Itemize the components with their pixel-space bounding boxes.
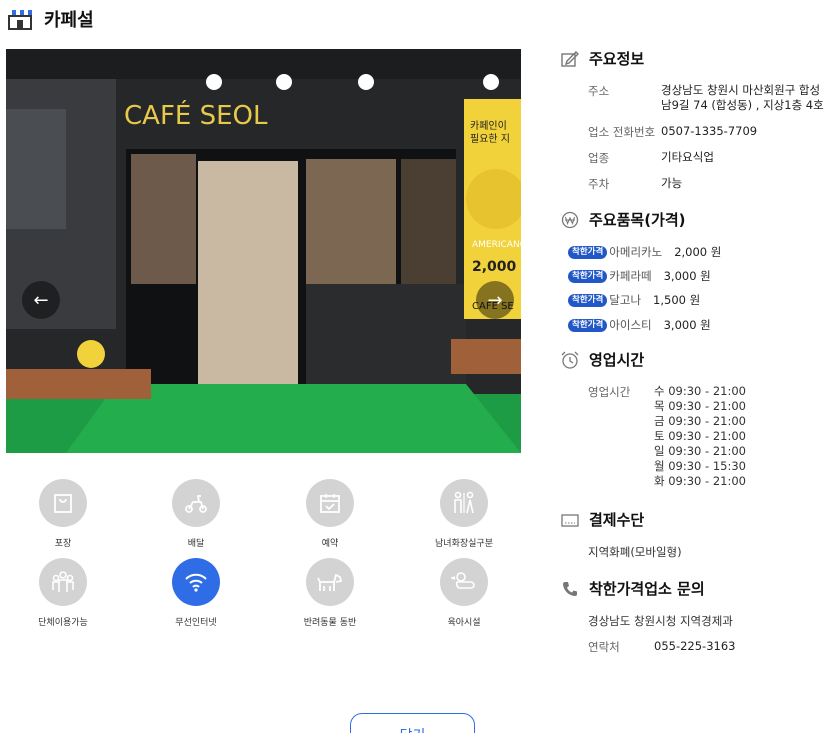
good-price-badge: 착한가격 — [568, 318, 608, 332]
good-price-badge: 착한가격 — [568, 269, 608, 283]
hours-day: 월 09:30 - 15:30 — [654, 459, 746, 473]
menu-item-price: 3,000 원 — [663, 318, 711, 332]
phone-value: 0507-1335-7709 — [661, 124, 758, 138]
dog-icon — [306, 558, 354, 606]
banner-text: AMERICANO — [472, 240, 521, 250]
menu-item-name: 달고나 — [609, 293, 642, 307]
amenity-label: 반려동물 동반 — [303, 618, 357, 628]
amenity-label: 무선인터넷 — [175, 618, 217, 628]
duck-icon — [440, 558, 488, 606]
amenity-reservation: 예약 — [280, 479, 380, 549]
business-type-row: 업종 기타요식업 — [588, 150, 714, 166]
section-title: 착한가격업소 문의 — [589, 580, 705, 598]
section-title: 주요정보 — [589, 50, 645, 68]
banner-text: 카페인이 — [470, 120, 507, 132]
alarm-clock-icon — [561, 351, 579, 369]
good-price-badge: 착한가격 — [568, 293, 608, 307]
amenity-restroom: 남녀화장실구분 — [414, 479, 514, 549]
address-label: 주소 — [588, 84, 610, 98]
section-contact: 착한가격업소 문의 — [561, 578, 705, 599]
calendar-icon — [306, 479, 354, 527]
wifi-icon — [172, 558, 220, 606]
address-row: 주소 경상남도 창원시 마산회원구 합성 남9길 74 (합성동) , 지상1층… — [588, 83, 824, 113]
menu-item: 착한가격 달고나 1,500 원 — [568, 292, 700, 308]
hours-day: 수 09:30 - 21:00 — [654, 384, 746, 398]
amenity-takeout: 포장 — [13, 479, 113, 549]
menu-item-name: 카페라떼 — [609, 269, 652, 283]
photo-prev-button[interactable]: ← — [22, 281, 60, 319]
amenity-delivery: 배달 — [146, 479, 246, 549]
banner-text: 필요한 지 — [470, 133, 510, 145]
hours-list: 수 09:30 - 21:00 목 09:30 - 21:00 금 09:30 … — [654, 384, 746, 489]
parking-row: 주차 가능 — [588, 176, 682, 192]
phone-row: 업소 전화번호 0507-1335-7709 — [588, 124, 757, 140]
store-photo: CAFÉ SEOL 카페인이 필요한 지 AMERICANO 2,000 CAF… — [6, 49, 521, 453]
contact-phone-row: 연락처 055-225-3163 — [588, 639, 735, 655]
amenity-group: 단체이용가능 — [13, 558, 113, 628]
contact-phone-label: 연락처 — [588, 640, 620, 654]
menu-item-price: 2,000 원 — [674, 245, 722, 259]
hours-label: 영업시간 — [588, 385, 631, 399]
parking-label: 주차 — [588, 177, 610, 191]
address-line: 경상남도 창원시 마산회원구 합성 — [661, 83, 821, 97]
card-icon — [561, 511, 579, 529]
hours-row: 영업시간 수 09:30 - 21:00 목 09:30 - 21:00 금 0… — [588, 384, 746, 489]
amenity-nursery: 육아시설 — [414, 558, 514, 628]
group-people-icon — [39, 558, 87, 606]
menu-item-price: 1,500 원 — [653, 293, 701, 307]
section-main-info: 주요정보 — [561, 48, 644, 69]
menu-item-name: 아이스티 — [609, 318, 652, 332]
good-price-badge: 착한가격 — [568, 245, 608, 259]
phone-icon — [561, 580, 579, 598]
hours-day: 금 09:30 - 21:00 — [654, 414, 746, 428]
scooter-icon — [172, 479, 220, 527]
won-icon — [561, 211, 579, 229]
menu-item-price: 3,000 원 — [663, 269, 711, 283]
business-type-value: 기타요식업 — [661, 150, 714, 164]
amenity-wifi: 무선인터넷 — [146, 558, 246, 628]
photo-next-button[interactable]: → — [476, 281, 514, 319]
amenity-label: 육아시설 — [447, 618, 481, 628]
hours-day: 일 09:30 - 21:00 — [654, 444, 746, 458]
parking-value: 가능 — [661, 176, 683, 190]
menu-item: 착한가격 아메리카노 2,000 원 — [568, 244, 721, 260]
section-title: 결제수단 — [589, 511, 645, 529]
amenity-label: 포장 — [54, 539, 72, 549]
store-icon — [6, 8, 34, 30]
amenity-label: 배달 — [187, 539, 205, 549]
contact-phone-value: 055-225-3163 — [654, 639, 736, 653]
close-button[interactable]: 닫기 — [350, 713, 475, 733]
section-menu: 주요품목(가격) — [561, 209, 686, 230]
hours-day: 화 09:30 - 21:00 — [654, 474, 746, 488]
address-value: 경상남도 창원시 마산회원구 합성 남9길 74 (합성동) , 지상1층 4호 — [661, 83, 824, 113]
address-line: 남9길 74 (합성동) , 지상1층 4호 — [661, 98, 824, 112]
menu-item-name: 아메리카노 — [609, 245, 663, 259]
amenity-label: 단체이용가능 — [38, 618, 88, 628]
arrow-right-icon: → — [487, 289, 503, 311]
section-title: 영업시간 — [589, 351, 645, 369]
restroom-icon — [440, 479, 488, 527]
amenity-label: 예약 — [321, 539, 339, 549]
phone-label: 업소 전화번호 — [588, 125, 656, 139]
page-title: 카페설 — [44, 10, 94, 31]
section-hours: 영업시간 — [561, 349, 644, 370]
amenity-label: 남녀화장실구분 — [435, 539, 493, 549]
contact-org: 경상남도 창원시청 지역경제과 — [588, 614, 733, 628]
hours-day: 토 09:30 - 21:00 — [654, 429, 746, 443]
cafe-sign-text: CAFÉ SEOL — [124, 99, 268, 131]
payment-value: 지역화폐(모바일형) — [588, 545, 682, 559]
menu-item: 착한가격 아이스티 3,000 원 — [568, 317, 711, 333]
hours-day: 목 09:30 - 21:00 — [654, 399, 746, 413]
page-header: 카페설 — [6, 6, 94, 32]
business-type-label: 업종 — [588, 151, 610, 165]
menu-item: 착한가격 카페라떼 3,000 원 — [568, 268, 711, 284]
banner-text: 2,000 — [472, 259, 517, 275]
amenity-pets: 반려동물 동반 — [280, 558, 380, 628]
section-payment: 결제수단 — [561, 509, 644, 530]
section-title: 주요품목(가격) — [589, 211, 686, 229]
arrow-left-icon: ← — [33, 289, 49, 311]
edit-note-icon — [561, 50, 579, 68]
takeout-bag-icon — [39, 479, 87, 527]
